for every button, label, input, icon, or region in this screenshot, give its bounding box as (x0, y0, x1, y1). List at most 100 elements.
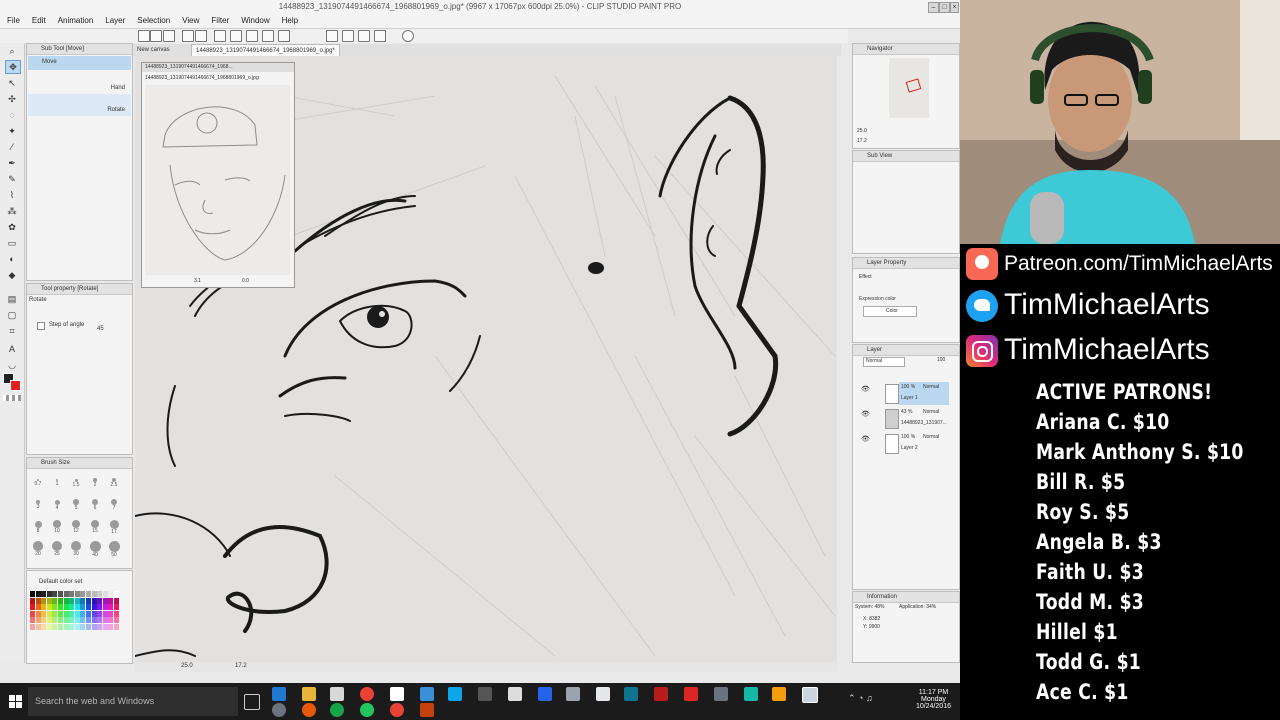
frame-tool-icon[interactable]: ⌗ (5, 325, 19, 337)
color-swatch[interactable] (80, 604, 86, 611)
menu-file[interactable]: File (0, 14, 25, 25)
zoom-tool-icon[interactable]: ⌕ (5, 45, 19, 57)
color-swatch[interactable] (80, 610, 86, 617)
snap-ruler-icon[interactable] (326, 30, 338, 42)
color-swatch[interactable] (86, 624, 91, 630)
brush-size-cell[interactable]: 30 (67, 538, 85, 559)
brush-size-cell[interactable]: 17 (105, 516, 123, 537)
layer-visibility-eye-icon[interactable]: 👁 (861, 410, 870, 418)
task-view-icon[interactable] (244, 694, 260, 710)
color-swatch[interactable] (102, 591, 108, 597)
brush-size-cell[interactable]: 1 (48, 472, 66, 493)
color-swatch[interactable] (52, 597, 58, 604)
color-swatch[interactable] (30, 591, 35, 597)
airbrush-tool-icon[interactable]: ⁂ (5, 205, 19, 217)
color-swatch[interactable] (97, 624, 103, 630)
color-swatch[interactable] (52, 617, 58, 624)
invert-selection-icon[interactable] (278, 30, 290, 42)
color-swatch[interactable] (46, 591, 52, 597)
color-swatch[interactable] (86, 597, 91, 604)
color-swatch[interactable] (91, 604, 97, 611)
minimize-icon[interactable]: – (928, 2, 939, 13)
color-swatch[interactable] (91, 617, 97, 624)
tray-network-icon[interactable]: ⌃ ◔ ♫ (848, 693, 873, 704)
save-icon[interactable] (163, 30, 175, 42)
navigator-view-rect[interactable] (905, 78, 922, 93)
auto-select-tool-icon[interactable]: ✦ (5, 125, 19, 137)
brush-size-cell[interactable]: 2.5 (105, 472, 123, 493)
color-swatch[interactable] (80, 591, 86, 597)
edge-icon[interactable] (272, 687, 286, 701)
snap-grid-icon[interactable] (342, 30, 354, 42)
app-icon[interactable] (420, 687, 434, 701)
floating-navigator-preview[interactable] (145, 85, 290, 275)
gradient-tool-icon[interactable]: ▤ (5, 293, 19, 305)
step-angle-value[interactable]: 45 (97, 326, 104, 332)
color-swatch[interactable] (86, 610, 91, 617)
color-set-label[interactable]: Default color set (39, 579, 82, 585)
calculator-icon[interactable] (596, 687, 610, 701)
help-icon[interactable] (402, 30, 414, 42)
snap-special-icon[interactable] (358, 30, 370, 42)
color-swatch[interactable] (74, 591, 80, 597)
selection-tool-icon[interactable]: ◌ (5, 109, 19, 121)
color-swatch[interactable] (69, 610, 75, 617)
color-swatch[interactable] (35, 591, 41, 597)
brush-size-cell[interactable]: 40 (86, 538, 104, 559)
color-swatch[interactable] (46, 617, 52, 624)
eraser-tool-icon[interactable]: ▭ (5, 237, 19, 249)
menu-edit[interactable]: Edit (25, 14, 51, 25)
color-swatch[interactable] (97, 617, 103, 624)
color-swatch[interactable] (86, 591, 91, 597)
floating-navigator-zoom[interactable]: 3.1 (194, 278, 201, 284)
floating-navigator-angle[interactable]: 0.0 (242, 278, 249, 284)
menu-help[interactable]: Help (275, 14, 303, 25)
pen-tool-icon[interactable]: ✒ (5, 157, 19, 169)
settings-icon[interactable] (374, 30, 386, 42)
layer-visibility-eye-icon[interactable]: 👁 (861, 435, 870, 443)
color-swatch[interactable] (30, 604, 35, 611)
color-swatch[interactable] (41, 597, 47, 604)
color-swatch[interactable] (35, 610, 41, 617)
color-swatch[interactable] (58, 624, 63, 630)
menu-window[interactable]: Window (234, 14, 274, 25)
color-swatch[interactable] (86, 604, 91, 611)
operation-tool-icon[interactable]: ↖ (5, 77, 19, 89)
app-icon[interactable] (654, 687, 668, 701)
move-layer-tool-icon[interactable]: ✣ (5, 93, 19, 105)
brush-size-cell[interactable]: 0.7 (29, 472, 47, 493)
canvas-zoom-value[interactable]: 25.0 (181, 663, 193, 669)
color-swatch[interactable] (58, 604, 63, 611)
color-swatch[interactable] (74, 624, 80, 630)
sub-color-swatch[interactable] (10, 380, 21, 391)
expression-color-select[interactable]: Color (863, 306, 917, 317)
subtool-move-item[interactable]: Move (28, 56, 131, 70)
brush-size-cell[interactable]: 20 (29, 538, 47, 559)
app-icon[interactable] (448, 687, 462, 701)
brush-size-cell[interactable]: 10 (48, 516, 66, 537)
color-swatch[interactable] (114, 617, 119, 624)
color-swatch[interactable] (74, 604, 80, 611)
open-file-icon[interactable] (150, 30, 162, 42)
brush-size-cell[interactable]: 15 (86, 516, 104, 537)
redo-icon[interactable] (195, 30, 207, 42)
color-swatch[interactable] (63, 617, 69, 624)
menu-animation[interactable]: Animation (51, 14, 99, 25)
color-swatch[interactable] (108, 624, 114, 630)
color-swatch[interactable] (102, 604, 108, 611)
app-icon[interactable] (624, 687, 638, 701)
fill-tool-icon[interactable]: ◆ (5, 269, 19, 281)
adobe-reader-icon[interactable] (330, 687, 344, 701)
transparent-color-swatch[interactable] (3, 395, 21, 401)
brush-size-cell[interactable]: 12 (67, 516, 85, 537)
color-swatch[interactable] (35, 624, 41, 630)
color-swatch[interactable] (74, 597, 80, 604)
color-swatch[interactable] (63, 624, 69, 630)
color-swatch-grid[interactable] (30, 591, 122, 633)
app-icon[interactable] (302, 703, 316, 717)
select-all-icon[interactable] (246, 30, 258, 42)
color-swatch[interactable] (30, 610, 35, 617)
menu-selection[interactable]: Selection (130, 14, 175, 25)
app-icon[interactable] (744, 687, 758, 701)
clip-studio-taskbar-icon[interactable] (802, 687, 818, 703)
